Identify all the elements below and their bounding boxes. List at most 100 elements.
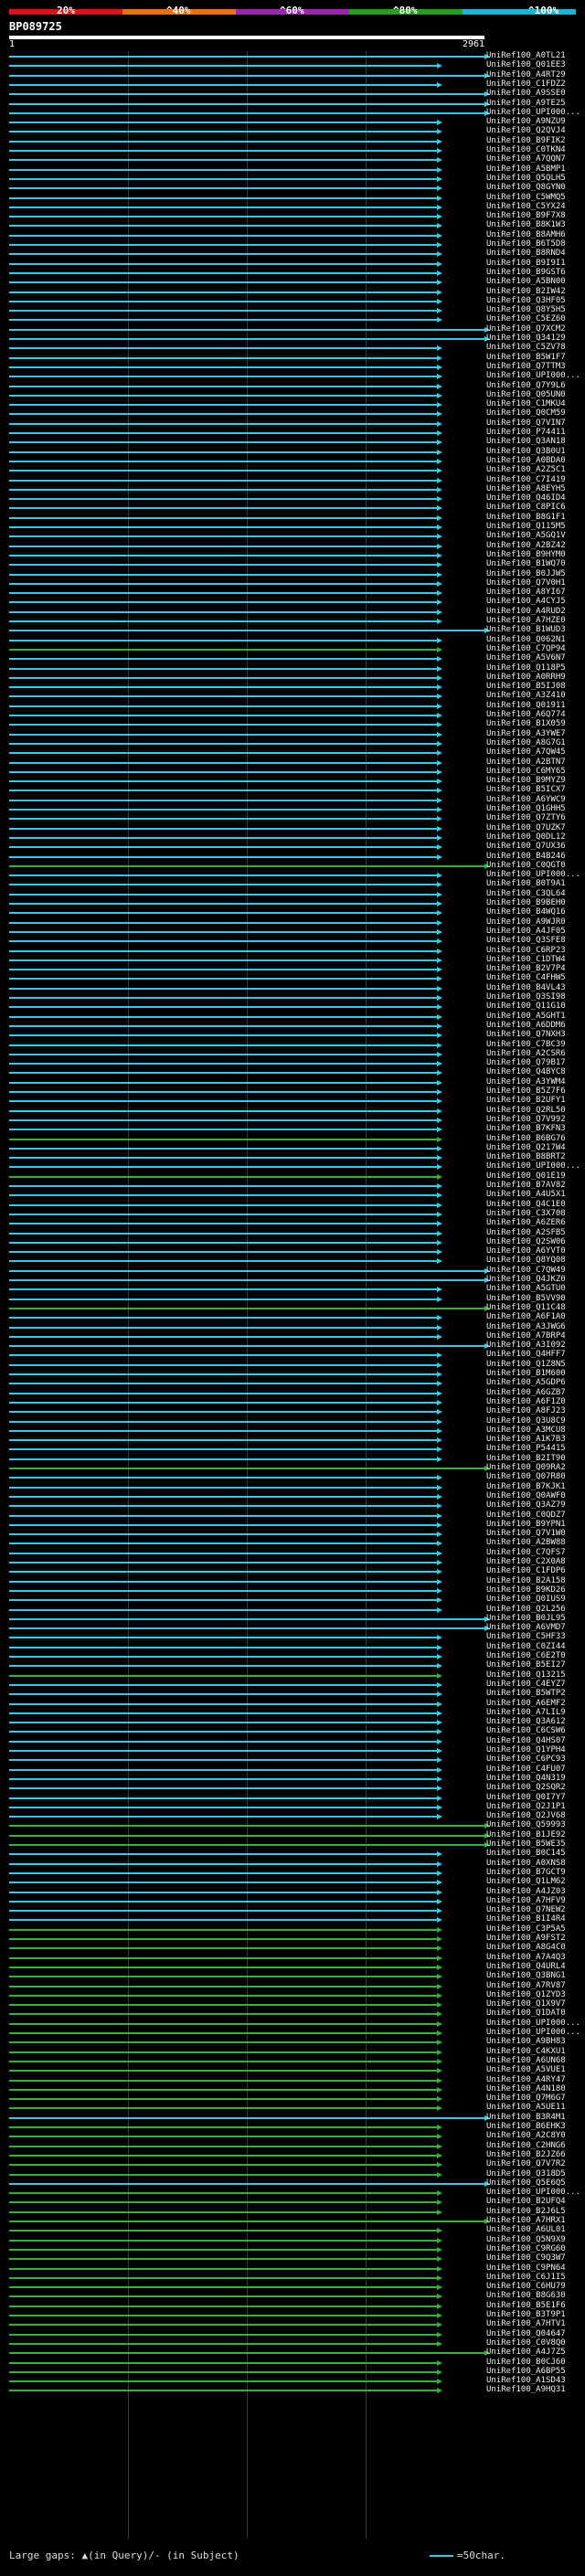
hit-label-link[interactable]: UniRef100_A8G7G1	[486, 738, 566, 747]
hit-row[interactable]: UniRef100_Q3SI98	[0, 993, 585, 1002]
hit-label-link[interactable]: UniRef100_Q7Y9L6	[486, 381, 566, 390]
hit-row[interactable]: UniRef100_Q1X9V7	[0, 2000, 585, 2009]
hit-label-link[interactable]: UniRef100_Q3SI98	[486, 993, 566, 1002]
hit-label-link[interactable]: UniRef100_A4RT29	[486, 70, 566, 80]
hit-row[interactable]: UniRef100_C0V8Q0	[0, 2338, 585, 2348]
hit-row[interactable]: UniRef100_B9F7X8	[0, 212, 585, 220]
hit-row[interactable]: UniRef100_B6EHK3	[0, 2123, 585, 2131]
hit-label-link[interactable]: UniRef100_B5WE35	[486, 1840, 566, 1849]
hit-label-link[interactable]: UniRef100_C3QL64	[486, 889, 566, 898]
hit-row[interactable]: UniRef100_B6T5D8	[0, 240, 585, 249]
hit-label-link[interactable]: UniRef100_Q11C48	[486, 1303, 566, 1312]
hit-row[interactable]: UniRef100_B5Z7F6	[0, 1087, 585, 1096]
hit-row[interactable]: UniRef100_UPI000...	[0, 871, 585, 879]
hit-row[interactable]: UniRef100_Q13215	[0, 1670, 585, 1680]
hit-label-link[interactable]: UniRef100_C0QDZ7	[486, 1511, 566, 1520]
hit-row[interactable]: UniRef100_A7HTV1	[0, 2320, 585, 2328]
hit-label-link[interactable]: UniRef100_B8BRT2	[486, 1153, 566, 1161]
hit-row[interactable]: UniRef100_B7KFN3	[0, 1125, 585, 1133]
hit-row[interactable]: UniRef100_C3QL64	[0, 889, 585, 898]
hit-row[interactable]: UniRef100_B3R4M1	[0, 2113, 585, 2122]
hit-row[interactable]: UniRef100_A8FJ23	[0, 1407, 585, 1415]
hit-label-link[interactable]: UniRef100_B5VV90	[486, 1294, 566, 1303]
hit-label-link[interactable]: UniRef100_C1FDP6	[486, 1567, 566, 1575]
hit-row[interactable]: UniRef100_Q3HF05	[0, 296, 585, 305]
hit-row[interactable]: UniRef100_A6DDM6	[0, 1021, 585, 1030]
hit-row[interactable]: UniRef100_UPI000...	[0, 372, 585, 380]
hit-label-link[interactable]: UniRef100_B5W1F7	[486, 353, 566, 362]
hit-label-link[interactable]: UniRef100_A6UL01	[486, 2226, 566, 2234]
hit-row[interactable]: UniRef100_C2X0A8	[0, 1558, 585, 1566]
hit-row[interactable]: UniRef100_Q0I7Y7	[0, 1793, 585, 1802]
hit-row[interactable]: UniRef100_A4JF05	[0, 927, 585, 936]
hit-label-link[interactable]: UniRef100_A2BW88	[486, 1539, 566, 1547]
hit-row[interactable]: UniRef100_C5EZ60	[0, 315, 585, 323]
hit-label-link[interactable]: UniRef100_A9TE25	[486, 99, 566, 108]
hit-row[interactable]: UniRef100_Q7TTM3	[0, 362, 585, 371]
hit-row[interactable]: UniRef100_Q04647	[0, 2329, 585, 2338]
hit-label-link[interactable]: UniRef100_A3YWE7	[486, 729, 566, 738]
hit-row[interactable]: UniRef100_Q7Y9L6	[0, 381, 585, 390]
hit-row[interactable]: UniRef100_A6VMD7	[0, 1624, 585, 1632]
hit-label-link[interactable]: UniRef100_Q7TTM3	[486, 362, 566, 371]
hit-label-link[interactable]: UniRef100_A8FJ23	[486, 1407, 566, 1415]
hit-row[interactable]: UniRef100_Q1LM62	[0, 1878, 585, 1886]
hit-row[interactable]: UniRef100_A2SFB5	[0, 1228, 585, 1237]
hit-row[interactable]: UniRef100_Q0CM59	[0, 409, 585, 418]
hit-row[interactable]: UniRef100_A3MCU8	[0, 1426, 585, 1435]
hit-label-link[interactable]: UniRef100_Q1DAT0	[486, 2009, 566, 2018]
hit-label-link[interactable]: UniRef100_Q01911	[486, 701, 566, 710]
hit-label-link[interactable]: UniRef100_C7QP94	[486, 644, 566, 653]
hit-label-link[interactable]: UniRef100_B6T5D8	[486, 240, 566, 249]
hit-label-link[interactable]: UniRef100_A2Z5C1	[486, 466, 566, 474]
hit-row[interactable]: UniRef100_Q7V1W0	[0, 1530, 585, 1538]
hit-row[interactable]: UniRef100_Q5N9X9	[0, 2235, 585, 2244]
hit-label-link[interactable]: UniRef100_Q3B0U1	[486, 447, 566, 456]
hit-label-link[interactable]: UniRef100_A2SFB5	[486, 1228, 566, 1237]
hit-label-link[interactable]: UniRef100_A5VUE1	[486, 2066, 566, 2074]
hit-row[interactable]: UniRef100_UPI000...	[0, 2189, 585, 2197]
hit-row[interactable]: UniRef100_B9YPN1	[0, 1520, 585, 1529]
hit-label-link[interactable]: UniRef100_B0JL95	[486, 1614, 566, 1623]
hit-label-link[interactable]: UniRef100_B9GST6	[486, 268, 566, 277]
hit-row[interactable]: UniRef100_Q09RA2	[0, 1464, 585, 1472]
hit-row[interactable]: UniRef100_A8G7G1	[0, 738, 585, 747]
hit-row[interactable]: UniRef100_A9HQ31	[0, 2386, 585, 2394]
hit-label-link[interactable]: UniRef100_A9WJR0	[486, 917, 566, 927]
hit-row[interactable]: UniRef100_A2C8Y0	[0, 2132, 585, 2140]
hit-row[interactable]: UniRef100_Q2SQR2	[0, 1784, 585, 1792]
hit-row[interactable]: UniRef100_A7LIL9	[0, 1708, 585, 1717]
hit-row[interactable]: UniRef100_B6BG76	[0, 1134, 585, 1143]
hit-label-link[interactable]: UniRef100_Q4URL4	[486, 1962, 566, 1971]
hit-label-link[interactable]: UniRef100_A4U5X1	[486, 1191, 566, 1199]
hit-label-link[interactable]: UniRef100_A9NZU9	[486, 118, 566, 126]
hit-label-link[interactable]: UniRef100_Q34129	[486, 334, 566, 343]
hit-row[interactable]: UniRef100_UPI000...	[0, 2029, 585, 2037]
hit-row[interactable]: UniRef100_Q01911	[0, 701, 585, 710]
hit-row[interactable]: UniRef100_A6UL01	[0, 2226, 585, 2234]
hit-label-link[interactable]: UniRef100_C0TKN4	[486, 146, 566, 154]
hit-label-link[interactable]: UniRef100_Q2L256	[486, 1605, 566, 1614]
hit-row[interactable]: UniRef100_Q5E6Q5	[0, 2178, 585, 2188]
hit-label-link[interactable]: UniRef100_Q07R80	[486, 1473, 566, 1481]
hit-row[interactable]: UniRef100_Q07R80	[0, 1473, 585, 1481]
hit-label-link[interactable]: UniRef100_B1WQ70	[486, 560, 566, 568]
hit-row[interactable]: UniRef100_A8G4C0	[0, 1944, 585, 1952]
hit-label-link[interactable]: UniRef100_A6YVT0	[486, 1247, 566, 1256]
hit-row[interactable]: UniRef100_Q7M6G7	[0, 2094, 585, 2103]
hit-row[interactable]: UniRef100_Q7V7R2	[0, 2160, 585, 2168]
hit-row[interactable]: UniRef100_B7GCT9	[0, 1868, 585, 1877]
hit-row[interactable]: UniRef100_B2V7P4	[0, 965, 585, 973]
hit-label-link[interactable]: UniRef100_A6DDM6	[486, 1021, 566, 1030]
hit-row[interactable]: UniRef100_Q062N1	[0, 635, 585, 644]
hit-row[interactable]: UniRef100_A7RV87	[0, 1981, 585, 1990]
hit-label-link[interactable]: UniRef100_A4RUD2	[486, 607, 566, 616]
hit-label-link[interactable]: UniRef100_A6ZER6	[486, 1219, 566, 1227]
hit-label-link[interactable]: UniRef100_A4CYJ5	[486, 598, 566, 606]
hit-label-link[interactable]: UniRef100_C6HU79	[486, 2283, 566, 2291]
hit-label-link[interactable]: UniRef100_A2BZ42	[486, 541, 566, 550]
hit-label-link[interactable]: UniRef100_C3P5A5	[486, 1924, 566, 1934]
hit-row[interactable]: UniRef100_A9TE25	[0, 99, 585, 108]
hit-label-link[interactable]: UniRef100_C4EYZ7	[486, 1680, 566, 1689]
hit-row[interactable]: UniRef100_UPI000...	[0, 108, 585, 117]
